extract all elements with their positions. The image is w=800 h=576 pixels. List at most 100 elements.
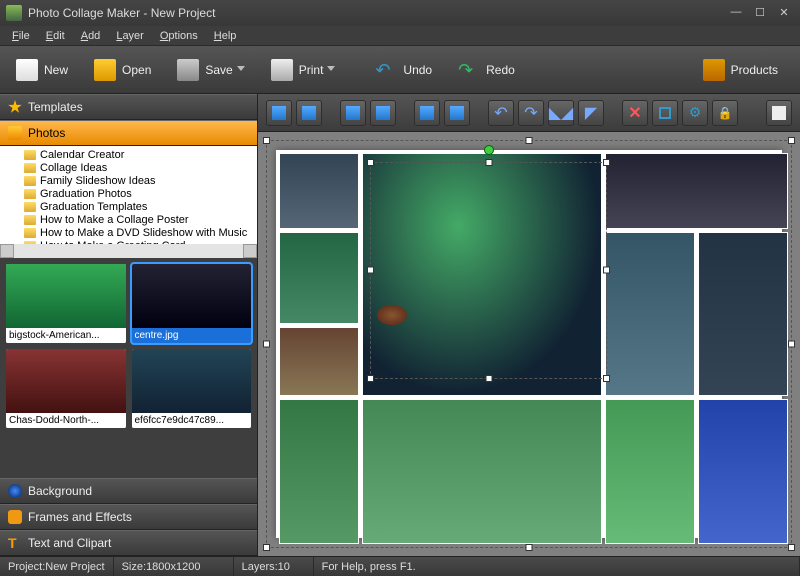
scroll-left-button[interactable] <box>0 244 14 258</box>
canvas[interactable] <box>276 150 782 538</box>
minimize-button[interactable]: — <box>726 6 746 20</box>
resize-handle[interactable] <box>367 159 374 166</box>
delete-button[interactable]: ✕ <box>622 100 648 126</box>
gear-icon: ⚙ <box>689 104 702 121</box>
products-button[interactable]: Products <box>693 52 788 88</box>
tree-item[interactable]: Graduation Photos <box>24 187 257 200</box>
bring-front-button[interactable] <box>266 100 292 126</box>
print-button[interactable]: Print <box>261 52 346 88</box>
menubar: File Edit Add Layer Options Help <box>0 26 800 46</box>
redo-button[interactable]: ↷Redo <box>448 52 525 88</box>
bring-front-icon <box>272 106 286 120</box>
backward-button[interactable] <box>370 100 396 126</box>
main-toolbar: New Open Save Print ↶Undo ↷Redo Products <box>0 46 800 94</box>
folder-icon <box>24 215 36 225</box>
forward-button[interactable] <box>340 100 366 126</box>
maximize-button[interactable]: ☐ <box>750 6 770 20</box>
settings-button[interactable]: ⚙ <box>682 100 708 126</box>
resize-handle[interactable] <box>367 267 374 274</box>
tree-item[interactable]: Family Slideshow Ideas <box>24 174 257 187</box>
chevron-down-icon <box>237 66 245 74</box>
resize-handle[interactable] <box>603 267 610 274</box>
distribute-icon <box>450 106 464 120</box>
resize-handle[interactable] <box>526 137 533 144</box>
flip-h-button[interactable]: ◣◢ <box>548 100 574 126</box>
app-icon <box>6 5 22 21</box>
save-button[interactable]: Save <box>167 52 254 88</box>
app-window: Photo Collage Maker - New Project — ☐ ✕ … <box>0 0 800 576</box>
delete-icon: ✕ <box>628 103 641 123</box>
text-icon: T <box>8 536 22 550</box>
crop-icon <box>659 107 671 119</box>
align-button[interactable] <box>414 100 440 126</box>
resize-handle[interactable] <box>367 375 374 382</box>
products-icon <box>703 59 725 81</box>
rotate-left-icon: ↶ <box>494 103 507 123</box>
close-button[interactable]: ✕ <box>774 6 794 20</box>
resize-handle[interactable] <box>603 159 610 166</box>
resize-handle[interactable] <box>485 375 492 382</box>
flip-v-icon: ◤ <box>585 103 597 123</box>
star-icon <box>8 100 22 114</box>
undo-button[interactable]: ↶Undo <box>365 52 442 88</box>
resize-handle[interactable] <box>485 159 492 166</box>
rotate-left-button[interactable]: ↶ <box>488 100 514 126</box>
canvas-viewport[interactable] <box>258 132 800 556</box>
tree-item[interactable]: Collage Ideas <box>24 161 257 174</box>
resize-handle[interactable] <box>263 544 270 551</box>
crop-button[interactable] <box>652 100 678 126</box>
templates-header[interactable]: Templates <box>0 94 257 120</box>
thumbnail[interactable]: centre.jpg <box>132 264 252 343</box>
resize-handle[interactable] <box>788 137 795 144</box>
rotate-right-button[interactable]: ↷ <box>518 100 544 126</box>
folder-icon <box>24 202 36 212</box>
menu-options[interactable]: Options <box>152 28 206 44</box>
rotate-right-icon: ↷ <box>524 103 537 123</box>
status-project: Project:New Project <box>0 557 114 576</box>
background-header[interactable]: Background <box>0 478 257 504</box>
photos-header[interactable]: Photos <box>0 120 257 146</box>
resize-handle[interactable] <box>788 544 795 551</box>
tree-item[interactable]: Graduation Templates <box>24 200 257 213</box>
scroll-right-button[interactable] <box>243 244 257 258</box>
distribute-button[interactable] <box>444 100 470 126</box>
resize-handle[interactable] <box>263 341 270 348</box>
send-back-button[interactable] <box>296 100 322 126</box>
thumbnail-label: Chas-Dodd-North-... <box>6 413 126 428</box>
menu-file[interactable]: File <box>4 28 38 44</box>
tree-item[interactable]: How to Make a DVD Slideshow with Music <box>24 226 257 239</box>
undo-icon: ↶ <box>375 59 397 81</box>
folder-icon <box>24 163 36 173</box>
thumbnail-label: bigstock-American... <box>6 328 126 343</box>
folder-tree[interactable]: Calendar CreatorCollage IdeasFamily Slid… <box>0 146 257 258</box>
new-button[interactable]: New <box>6 52 78 88</box>
folder-icon <box>24 228 36 238</box>
resize-handle[interactable] <box>526 544 533 551</box>
page-button[interactable] <box>766 100 792 126</box>
background-icon <box>8 484 22 498</box>
lock-button[interactable]: 🔒 <box>712 100 738 126</box>
thumbnail[interactable]: ef6fcc7e9dc47c89... <box>132 349 252 428</box>
frames-header[interactable]: Frames and Effects <box>0 504 257 530</box>
image-selection[interactable] <box>370 162 608 379</box>
tree-item[interactable]: How to Make a Collage Poster <box>24 213 257 226</box>
menu-add[interactable]: Add <box>73 28 109 44</box>
open-button[interactable]: Open <box>84 52 161 88</box>
horizontal-scrollbar[interactable] <box>0 244 257 258</box>
thumbnail-grid: bigstock-American... centre.jpg Chas-Dodd-… <box>0 258 257 478</box>
menu-layer[interactable]: Layer <box>108 28 152 44</box>
thumbnail[interactable]: bigstock-American... <box>6 264 126 343</box>
flip-v-button[interactable]: ◤ <box>578 100 604 126</box>
thumbnail[interactable]: Chas-Dodd-North-... <box>6 349 126 428</box>
text-header[interactable]: TText and Clipart <box>0 530 257 556</box>
titlebar: Photo Collage Maker - New Project — ☐ ✕ <box>0 0 800 26</box>
resize-handle[interactable] <box>603 375 610 382</box>
menu-edit[interactable]: Edit <box>38 28 73 44</box>
menu-help[interactable]: Help <box>206 28 245 44</box>
thumbnail-label: ef6fcc7e9dc47c89... <box>132 413 252 428</box>
resize-handle[interactable] <box>263 137 270 144</box>
resize-handle[interactable] <box>788 341 795 348</box>
rotate-handle[interactable] <box>484 145 494 155</box>
canvas-area: ↶ ↷ ◣◢ ◤ ✕ ⚙ 🔒 <box>258 94 800 556</box>
tree-item[interactable]: Calendar Creator <box>24 148 257 161</box>
